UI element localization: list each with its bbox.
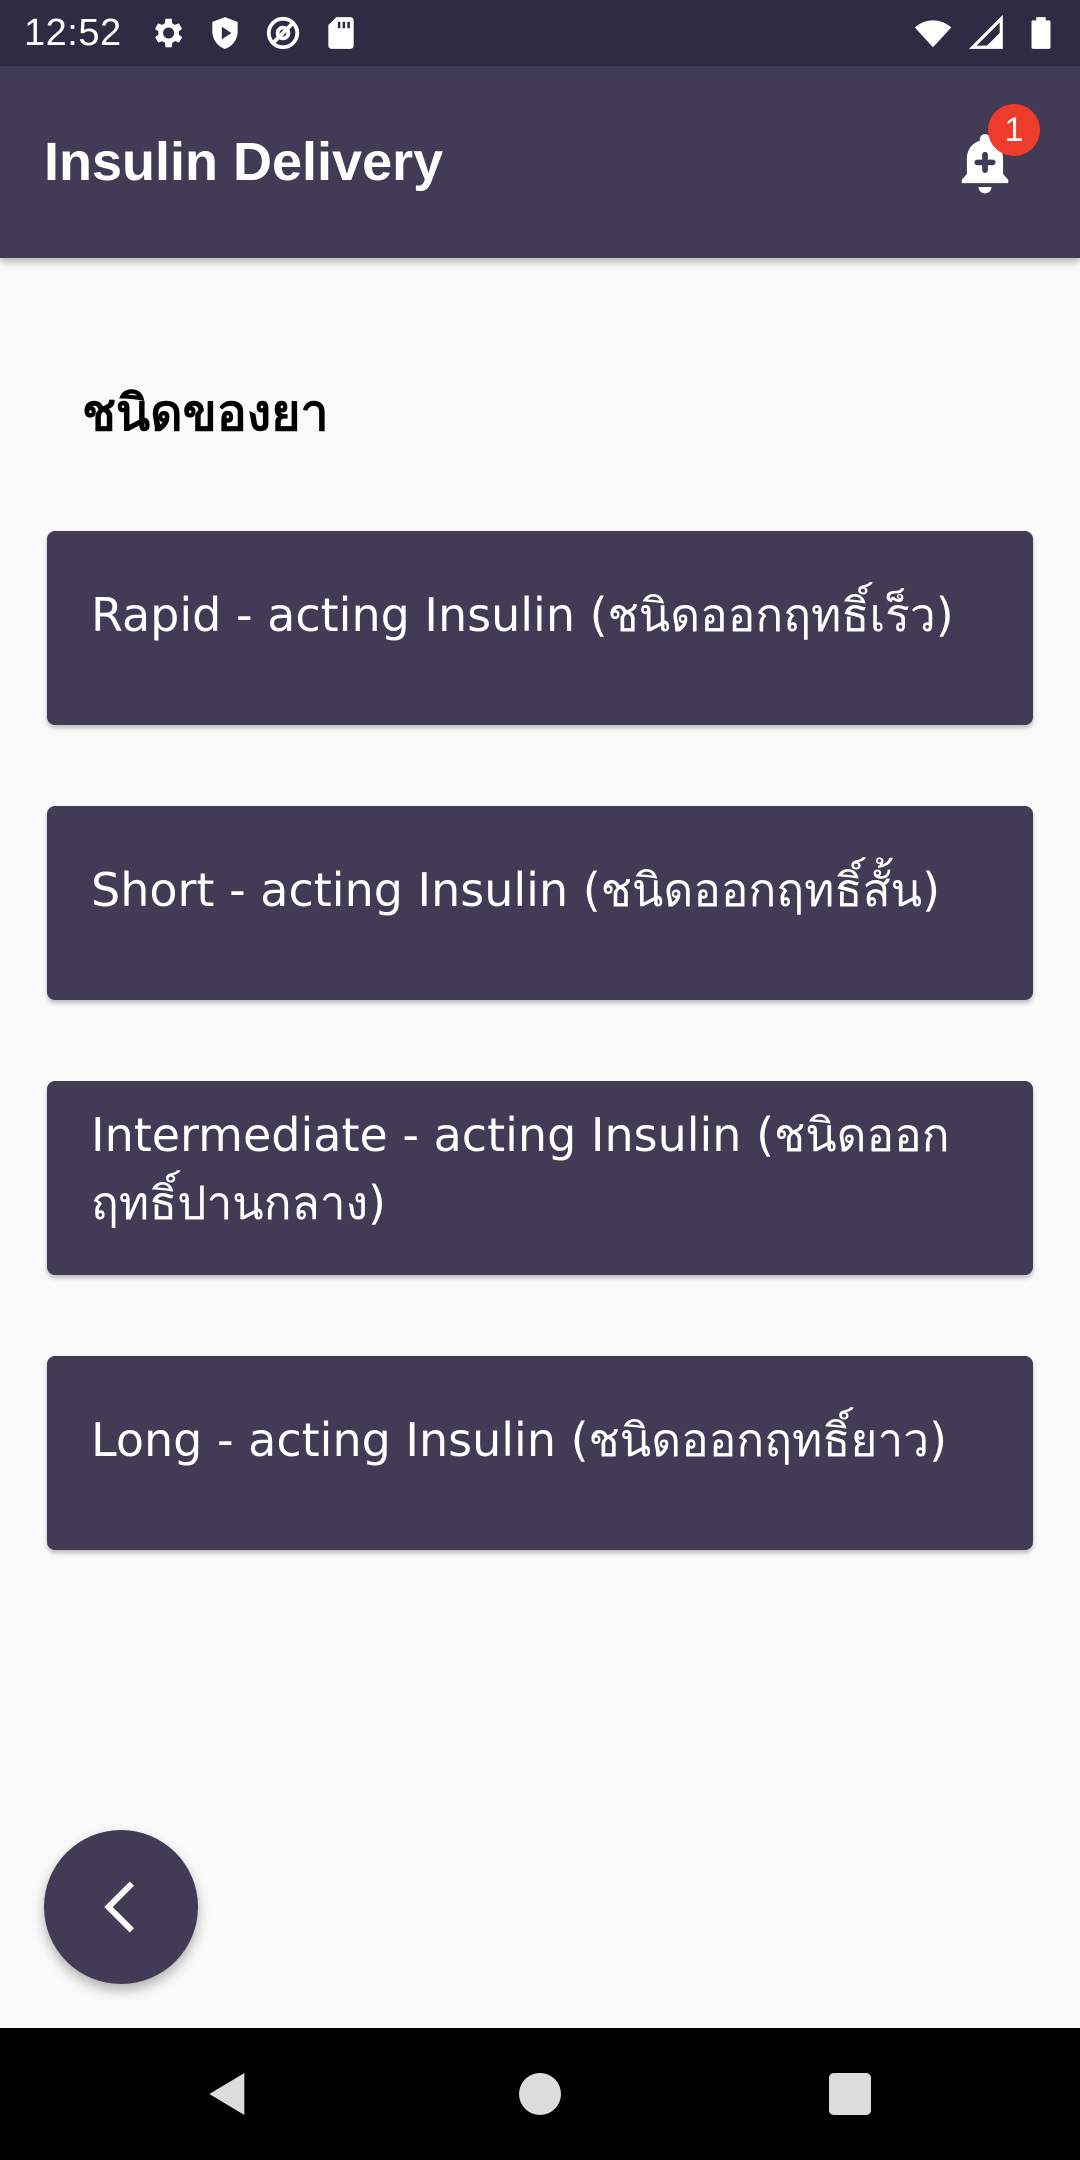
battery-icon <box>1031 17 1051 49</box>
section-title: ชนิดของยา <box>82 384 329 442</box>
status-time: 12:52 <box>24 12 122 54</box>
gear-icon <box>154 18 183 48</box>
card-label: Long - acting Insulin (ชนิดออกฤทธิ์ยาว) <box>91 1413 948 1467</box>
insulin-type-card-intermediate[interactable]: Intermediate - acting Insulin (ชนิดออกฤท… <box>47 1081 1033 1275</box>
back-fab-button[interactable] <box>44 1830 198 1984</box>
system-nav-bar <box>0 2028 1080 2160</box>
shield-icon <box>212 17 238 49</box>
insulin-type-card-short[interactable]: Short - acting Insulin (ชนิดออกฤทธิ์สั้น… <box>47 806 1033 1000</box>
app-title: Insulin Delivery <box>44 132 444 192</box>
insulin-type-card-rapid[interactable]: Rapid - acting Insulin (ชนิดออกฤทธิ์เร็ว… <box>47 531 1033 725</box>
card-label: Rapid - acting Insulin (ชนิดออกฤทธิ์เร็ว… <box>91 588 954 642</box>
status-bar: 12:52 <box>0 0 1080 66</box>
at-sign-icon <box>266 16 300 50</box>
card-label: Short - acting Insulin (ชนิดออกฤทธิ์สั้น… <box>91 863 941 917</box>
chevron-left-icon <box>104 1881 134 1933</box>
back-triangle-icon[interactable] <box>200 2066 256 2122</box>
status-system-icons <box>914 14 1060 52</box>
wifi-icon <box>914 20 952 48</box>
app-bar: Insulin Delivery <box>0 66 1080 258</box>
notification-badge: 1 <box>988 104 1040 156</box>
cell-signal-icon <box>968 14 1003 49</box>
home-circle-icon[interactable] <box>512 2066 568 2122</box>
recents-square-icon[interactable] <box>822 2066 878 2122</box>
insulin-type-card-long[interactable]: Long - acting Insulin (ชนิดออกฤทธิ์ยาว) <box>47 1356 1033 1550</box>
sd-card-icon <box>328 17 354 49</box>
status-notification-icons <box>148 14 360 52</box>
card-label: Intermediate - acting Insulin (ชนิดออกฤท… <box>91 1108 950 1230</box>
